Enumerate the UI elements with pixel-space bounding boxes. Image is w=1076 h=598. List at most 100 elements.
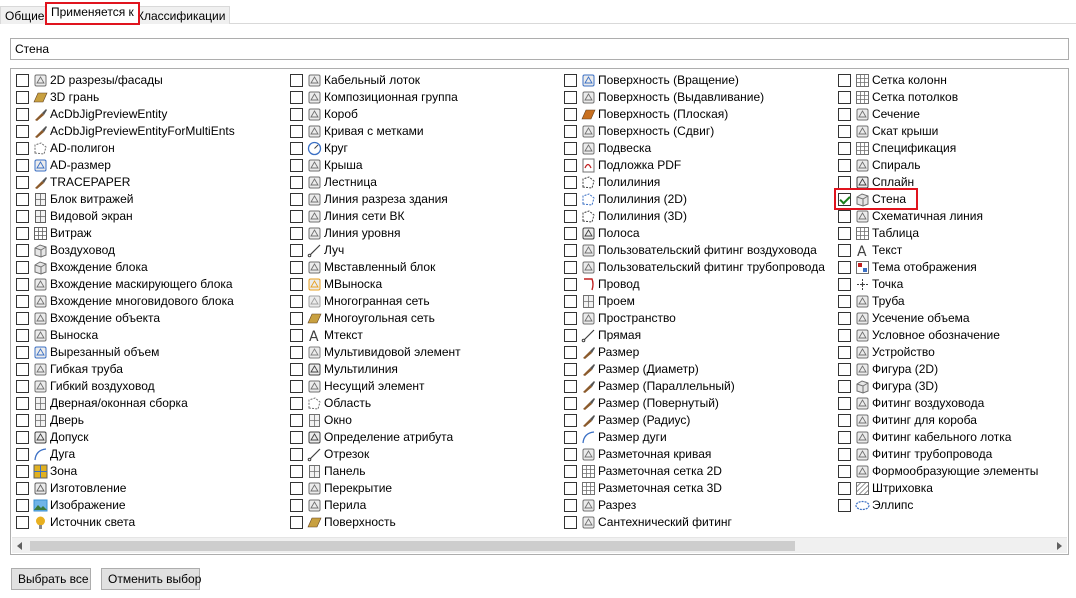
- item-checkbox[interactable]: [838, 397, 851, 410]
- item-checkbox[interactable]: [838, 295, 851, 308]
- item-checkbox[interactable]: [16, 516, 29, 529]
- list-item[interactable]: Штриховка: [834, 480, 1068, 497]
- item-checkbox[interactable]: [838, 465, 851, 478]
- list-item[interactable]: Полилиния (3D): [560, 208, 834, 225]
- list-item[interactable]: Отрезок: [286, 446, 560, 463]
- item-checkbox[interactable]: [564, 74, 577, 87]
- item-checkbox[interactable]: [290, 465, 303, 478]
- item-checkbox[interactable]: [838, 193, 851, 206]
- list-item[interactable]: Пространство: [560, 310, 834, 327]
- list-item[interactable]: Панель: [286, 463, 560, 480]
- list-item[interactable]: Блок витражей: [12, 191, 286, 208]
- item-checkbox[interactable]: [290, 108, 303, 121]
- list-item[interactable]: Фитинг воздуховода: [834, 395, 1068, 412]
- item-checkbox[interactable]: [564, 346, 577, 359]
- list-item[interactable]: Устройство: [834, 344, 1068, 361]
- list-item[interactable]: Сечение: [834, 106, 1068, 123]
- item-checkbox[interactable]: [838, 108, 851, 121]
- list-item[interactable]: Сетка потолков: [834, 89, 1068, 106]
- item-checkbox[interactable]: [290, 346, 303, 359]
- list-item[interactable]: Многогранная сеть: [286, 293, 560, 310]
- tab-applies-to[interactable]: Применяется к: [45, 2, 140, 25]
- item-checkbox[interactable]: [290, 431, 303, 444]
- list-item[interactable]: Перила: [286, 497, 560, 514]
- item-checkbox[interactable]: [838, 414, 851, 427]
- item-checkbox[interactable]: [16, 397, 29, 410]
- list-item[interactable]: TRACEPAPER: [12, 174, 286, 191]
- list-item[interactable]: Мультивидовой элемент: [286, 344, 560, 361]
- item-checkbox[interactable]: [564, 397, 577, 410]
- list-item[interactable]: Размер (Повернутый): [560, 395, 834, 412]
- list-item[interactable]: Многоугольная сеть: [286, 310, 560, 327]
- item-checkbox[interactable]: [564, 363, 577, 376]
- list-item[interactable]: Формообразующие элементы: [834, 463, 1068, 480]
- list-item[interactable]: Воздуховод: [12, 242, 286, 259]
- list-item[interactable]: Линия сети ВК: [286, 208, 560, 225]
- item-checkbox[interactable]: [290, 261, 303, 274]
- item-checkbox[interactable]: [16, 346, 29, 359]
- list-item[interactable]: Разрез: [560, 497, 834, 514]
- item-checkbox[interactable]: [290, 227, 303, 240]
- list-item[interactable]: Линия уровня: [286, 225, 560, 242]
- item-checkbox[interactable]: [16, 142, 29, 155]
- list-item[interactable]: Лестница: [286, 174, 560, 191]
- item-checkbox[interactable]: [838, 448, 851, 461]
- list-item[interactable]: Дверная/оконная сборка: [12, 395, 286, 412]
- list-item[interactable]: Поверхность (Выдавливание): [560, 89, 834, 106]
- list-item[interactable]: Полилиния (2D): [560, 191, 834, 208]
- list-item[interactable]: Вырезанный объем: [12, 344, 286, 361]
- item-checkbox[interactable]: [564, 516, 577, 529]
- list-item[interactable]: Мультилиния: [286, 361, 560, 378]
- item-checkbox[interactable]: [290, 278, 303, 291]
- item-checkbox[interactable]: [16, 329, 29, 342]
- list-item[interactable]: A Текст: [834, 242, 1068, 259]
- list-item[interactable]: Мвставленный блок: [286, 259, 560, 276]
- list-item[interactable]: Разметочная сетка 3D: [560, 480, 834, 497]
- item-checkbox[interactable]: [290, 482, 303, 495]
- list-item[interactable]: Подвеска: [560, 140, 834, 157]
- list-item[interactable]: Размер: [560, 344, 834, 361]
- item-checkbox[interactable]: [564, 142, 577, 155]
- item-checkbox[interactable]: [290, 125, 303, 138]
- list-item[interactable]: Фигура (3D): [834, 378, 1068, 395]
- object-type-list[interactable]: 2D разрезы/фасады 3D грань AcDbJigPreviewE…: [10, 68, 1069, 555]
- item-checkbox[interactable]: [838, 142, 851, 155]
- item-checkbox[interactable]: [838, 261, 851, 274]
- list-item[interactable]: Крыша: [286, 157, 560, 174]
- item-checkbox[interactable]: [838, 482, 851, 495]
- list-item[interactable]: 3D грань: [12, 89, 286, 106]
- item-checkbox[interactable]: [290, 295, 303, 308]
- list-item[interactable]: Луч: [286, 242, 560, 259]
- item-checkbox[interactable]: [16, 431, 29, 444]
- item-checkbox[interactable]: [564, 448, 577, 461]
- item-checkbox[interactable]: [290, 448, 303, 461]
- list-item[interactable]: Область: [286, 395, 560, 412]
- item-checkbox[interactable]: [290, 244, 303, 257]
- item-checkbox[interactable]: [838, 159, 851, 172]
- item-checkbox[interactable]: [564, 159, 577, 172]
- list-item[interactable]: Перекрытие: [286, 480, 560, 497]
- list-item[interactable]: Вхождение маскирующего блока: [12, 276, 286, 293]
- list-item[interactable]: Размер дуги: [560, 429, 834, 446]
- list-item[interactable]: Выноска: [12, 327, 286, 344]
- list-item[interactable]: Усечение объема: [834, 310, 1068, 327]
- item-checkbox[interactable]: [16, 176, 29, 189]
- list-item[interactable]: Видовой экран: [12, 208, 286, 225]
- item-checkbox[interactable]: [16, 193, 29, 206]
- list-item[interactable]: Поверхность: [286, 514, 560, 531]
- list-item[interactable]: AD-полигон: [12, 140, 286, 157]
- list-item[interactable]: Кабельный лоток: [286, 72, 560, 89]
- list-item[interactable]: Фитинг трубопровода: [834, 446, 1068, 463]
- item-checkbox[interactable]: [16, 227, 29, 240]
- list-item[interactable]: Определение атрибута: [286, 429, 560, 446]
- list-item[interactable]: Изображение: [12, 497, 286, 514]
- item-checkbox[interactable]: [16, 244, 29, 257]
- list-item[interactable]: Линия разреза здания: [286, 191, 560, 208]
- tab-classifications[interactable]: Классификации: [132, 6, 231, 24]
- item-checkbox[interactable]: [564, 91, 577, 104]
- list-item[interactable]: Зона: [12, 463, 286, 480]
- list-item[interactable]: Размер (Диаметр): [560, 361, 834, 378]
- list-item[interactable]: Фитинг кабельного лотка: [834, 429, 1068, 446]
- list-item[interactable]: Провод: [560, 276, 834, 293]
- select-all-button[interactable]: Выбрать все: [11, 568, 91, 590]
